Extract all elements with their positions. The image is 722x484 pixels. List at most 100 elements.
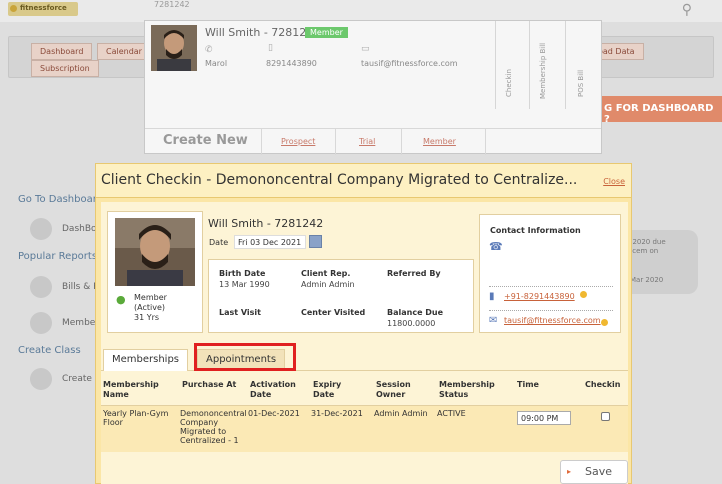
td-session-owner: Admin Admin	[374, 409, 428, 418]
th-text: Membership	[439, 380, 495, 389]
th-text: Owner	[376, 390, 406, 399]
referred-by-label: Referred By	[387, 269, 441, 278]
search-result-name[interactable]: Will Smith - 7281242	[205, 26, 320, 39]
checkin-time-input[interactable]: 09:00 PM	[517, 411, 571, 425]
nav-tab-subscription[interactable]: Subscription	[31, 60, 99, 77]
th-text: Date	[313, 390, 335, 399]
balance-due-label: Balance Due	[387, 308, 444, 317]
td-purchase-at: Demononcentral Company Migrated to Centr…	[180, 409, 247, 445]
th-text: Name	[103, 390, 129, 399]
th-membership-status: Membership Status	[439, 380, 495, 400]
save-button[interactable]: ▸ Save	[560, 460, 628, 484]
client-photo	[115, 218, 195, 286]
pos-bill-column[interactable]: POS Bill	[577, 37, 585, 97]
th-expiry-date: Expiry Date	[313, 380, 341, 400]
menu-item-dashboard[interactable]: DashBo	[62, 224, 97, 234]
checkin-checkbox[interactable]	[601, 412, 610, 421]
search-result-email: tausif@fitnessforce.com	[361, 59, 458, 68]
birth-date-value: 13 Mar 1990	[219, 280, 270, 289]
warning-icon	[580, 291, 587, 298]
th-session-owner: Session Owner	[376, 380, 411, 400]
modal-header: Client Checkin - Demononcentral Company …	[96, 164, 631, 198]
create-member-link[interactable]: Member	[423, 137, 456, 146]
telephone-icon: ☎	[489, 240, 503, 253]
th-text: Date	[250, 390, 272, 399]
divider	[261, 129, 262, 155]
create-new-row: Create New Prospect Trial Member	[145, 128, 601, 155]
contact-info-title: Contact Information	[490, 226, 581, 235]
create-new-label: Create New	[163, 133, 248, 148]
tab-memberships[interactable]: Memberships	[103, 349, 189, 371]
dashboard-icon[interactable]	[30, 218, 52, 240]
mobile-phone-icon: ▮	[489, 291, 495, 302]
search-value: 7281242	[154, 0, 190, 9]
contact-information-box: Contact Information ☎ ▮ +91-8291443890 ✉…	[479, 214, 621, 333]
birth-date-label: Birth Date	[219, 269, 266, 278]
td-text: Demononcentral	[180, 409, 247, 418]
notification-card: , 2020 due ocem on	[622, 230, 698, 294]
create-prospect-link[interactable]: Prospect	[281, 137, 315, 146]
client-name: Will Smith - 7281242	[208, 217, 324, 230]
search-result-photo[interactable]	[151, 25, 197, 71]
close-link[interactable]: Close	[603, 177, 625, 186]
divider	[335, 129, 336, 155]
td-membership-name: Yearly Plan-Gym Floor	[103, 409, 168, 427]
location-icon: ✆	[205, 45, 213, 55]
member-status: Member (Active) 31 Yrs	[134, 293, 167, 323]
nav-tab-dashboard[interactable]: Dashboard	[31, 43, 93, 60]
td-text: Centralized - 1	[180, 436, 239, 445]
th-text: Activation	[250, 380, 296, 389]
td-text: Migrated to	[180, 427, 227, 436]
email-icon: ▭	[361, 44, 370, 54]
td-expiry-date: 31-Dec-2021	[311, 409, 363, 418]
td-text: Yearly Plan-Gym	[103, 409, 169, 418]
checkin-tabs: Memberships Appointments	[101, 343, 628, 371]
member-age: 31 Yrs	[134, 313, 160, 322]
global-search-input[interactable]: 7281242	[138, 0, 258, 14]
client-rep-label: Client Rep.	[301, 269, 351, 278]
divider	[565, 21, 566, 109]
menu-item-members[interactable]: Membe	[62, 318, 95, 328]
contact-email-link[interactable]: tausif@fitnessforce.com	[504, 316, 601, 325]
client-profile-card: ● Member (Active) 31 Yrs	[107, 211, 203, 333]
balance-due-value: 11800.0000	[387, 319, 436, 328]
member-active-state: (Active)	[134, 303, 165, 312]
divider	[489, 310, 613, 311]
th-text: Status	[439, 390, 469, 399]
th-text: Membership	[103, 380, 159, 389]
table-row: Yearly Plan-Gym Floor Demononcentral Com…	[101, 406, 628, 452]
contact-phone-link[interactable]: +91-8291443890	[504, 292, 575, 301]
location-pin-icon[interactable]: ⚲	[682, 2, 692, 18]
save-label: Save	[585, 465, 613, 478]
notification-line-3: Mar 2020	[630, 276, 664, 284]
create-trial-link[interactable]: Trial	[359, 137, 375, 146]
checkin-date-input[interactable]: Fri 03 Dec 2021	[234, 235, 306, 249]
members-icon[interactable]	[30, 312, 52, 334]
client-rep-value: Admin Admin	[301, 280, 355, 289]
th-activation-date: Activation Date	[250, 380, 296, 400]
client-info-box: Birth Date 13 Mar 1990 Client Rep. Admin…	[208, 259, 474, 333]
divider	[495, 21, 496, 109]
envelope-icon: ✉	[489, 315, 498, 326]
nav-tab-calendar[interactable]: Calendar	[97, 43, 151, 60]
top-bar: fitnessforce 7281242 ⚲	[0, 0, 722, 22]
create-class-icon[interactable]	[30, 368, 52, 390]
member-badge: Member	[305, 27, 348, 38]
membership-bill-column[interactable]: Membership Bill	[539, 29, 547, 99]
dashboard-banner[interactable]: G FOR DASHBOARD ?	[598, 96, 722, 125]
th-purchase-at: Purchase At	[182, 380, 237, 389]
calendar-icon[interactable]	[309, 235, 322, 248]
bills-icon[interactable]	[30, 276, 52, 298]
menu-item-bills[interactable]: Bills & R	[62, 282, 99, 292]
notification-line-2: ocem on	[628, 247, 659, 255]
checkin-column[interactable]: Checkin	[505, 37, 513, 97]
center-visited-label: Center Visited	[301, 308, 366, 317]
td-text: Floor	[103, 418, 123, 427]
th-text: Session	[376, 380, 411, 389]
app-logo[interactable]: fitnessforce	[8, 2, 78, 16]
th-membership-name: Membership Name	[103, 380, 159, 400]
mobile-icon: ▯	[268, 43, 273, 53]
member-person-icon: ●	[116, 293, 126, 306]
logo-icon	[10, 5, 17, 12]
search-result-phone: 8291443890	[266, 59, 317, 68]
